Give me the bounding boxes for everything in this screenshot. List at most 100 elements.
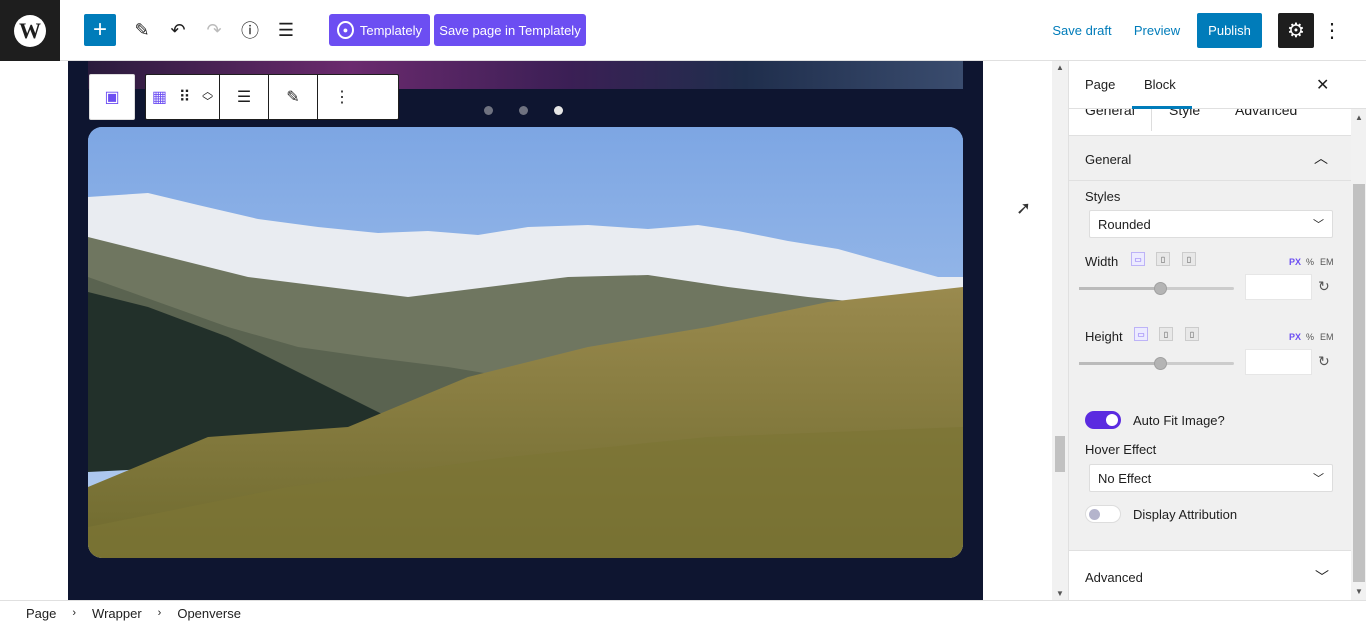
height-slider[interactable] [1079,357,1234,370]
edit-button[interactable]: ✎ [269,75,318,119]
block-options-button[interactable]: ⋮ [318,75,366,119]
block-parent-selector[interactable]: ▣ [89,74,135,120]
tablet-icon[interactable]: ▯ [1159,327,1173,341]
settings-sidebar: Page Block ✕ General Style Advanced Gene… [1068,61,1366,600]
tab-general[interactable]: General [1085,109,1135,118]
preview-button[interactable]: Preview [1131,14,1183,46]
advanced-panel-title: Advanced [1085,570,1143,585]
publish-button[interactable]: Publish [1197,13,1262,48]
reset-width-icon[interactable]: ↻ [1318,278,1330,295]
tab-page[interactable]: Page [1085,77,1115,92]
canvas-scrollbar-thumb[interactable] [1055,436,1065,472]
unit-px[interactable]: PX [1289,257,1301,267]
block-breadcrumb: Page › Wrapper › Openverse [0,600,1366,625]
scroll-down-icon[interactable]: ▼ [1056,589,1064,598]
mobile-icon[interactable]: ▯ [1182,252,1196,266]
unit-percent[interactable]: % [1306,332,1314,342]
options-button[interactable]: ⋮ [1316,14,1348,46]
slider-dot[interactable] [519,106,528,115]
breadcrumb-openverse[interactable]: Openverse [177,606,241,621]
wordpress-logo-button[interactable]: W [0,0,60,61]
block-sub-tabs: General Style Advanced [1069,109,1351,131]
pencil-icon: ✎ [134,19,150,40]
unit-px[interactable]: PX [1289,332,1301,342]
desktop-icon[interactable]: ▭ [1131,252,1145,266]
openverse-image[interactable] [88,127,963,558]
canvas-scrollbar[interactable]: ▲ ▼ [1052,61,1068,600]
unit-em[interactable]: EM [1320,257,1334,267]
general-panel-body: Styles Rounded ﹀ Width ▭ ▯ ▯ PX % EM ↻ H… [1069,181,1351,551]
unit-em[interactable]: EM [1320,332,1334,342]
chevron-right-icon: › [157,607,162,619]
styles-select-value: Rounded [1098,217,1151,232]
details-button[interactable]: ⓘ [234,14,266,46]
scroll-up-icon[interactable]: ▲ [1355,113,1363,122]
chevron-up-icon: ︿ [1314,150,1328,166]
breadcrumb-page[interactable]: Page [26,606,56,621]
width-input[interactable] [1245,274,1312,300]
chevron-down-icon: ﹀ [1315,569,1329,585]
reset-height-icon[interactable]: ↻ [1318,353,1330,370]
sub-tab-divider [1151,109,1152,131]
styles-label: Styles [1085,189,1121,204]
auto-fit-label: Auto Fit Image? [1133,413,1225,428]
width-slider-thumb[interactable] [1154,282,1167,295]
drag-handle-icon[interactable]: ⠿ [179,87,191,107]
wordpress-icon: W [14,14,46,47]
save-page-templately-button[interactable]: Save page in Templately [434,14,586,46]
move-up-down-icon[interactable]: ︿ ﹀ [202,87,213,108]
undo-icon: ↶ [170,19,186,40]
add-block-button[interactable]: + [84,14,116,46]
align-button[interactable]: ☰ [220,75,269,119]
undo-button[interactable]: ↶ [162,14,194,46]
mobile-icon[interactable]: ▯ [1185,327,1199,341]
more-vertical-icon: ⋮ [334,89,350,106]
auto-fit-toggle[interactable] [1085,411,1121,429]
display-attribution-toggle[interactable] [1085,505,1121,523]
chevron-right-icon: › [72,607,77,619]
height-slider-thumb[interactable] [1154,357,1167,370]
slider-dot[interactable] [484,106,493,115]
styles-select[interactable]: Rounded ﹀ [1089,210,1333,238]
more-vertical-icon: ⋮ [1322,19,1342,42]
height-slider-fill [1079,362,1161,365]
landscape-image [88,127,963,558]
plus-icon: + [92,16,107,43]
display-attribution-label: Display Attribution [1133,507,1238,522]
tablet-icon[interactable]: ▯ [1156,252,1170,266]
breadcrumb-wrapper[interactable]: Wrapper [92,606,142,621]
tab-block[interactable]: Block [1132,77,1192,109]
scroll-down-icon[interactable]: ▼ [1355,587,1363,596]
settings-button[interactable]: ⚙ [1278,13,1314,48]
height-input[interactable] [1245,349,1312,375]
templately-button[interactable]: ● Templately [329,14,430,46]
width-slider[interactable] [1079,282,1234,295]
openverse-block-icon: ▣ [104,89,120,106]
desktop-icon[interactable]: ▭ [1134,327,1148,341]
list-view-button[interactable]: ☰ [270,14,302,46]
width-label: Width [1085,254,1119,269]
block-switcher[interactable]: ▦ ⠿ ︿ ﹀ [146,75,220,119]
general-panel-header[interactable]: General ︿ [1069,135,1351,181]
save-draft-button[interactable]: Save draft [1049,14,1115,46]
hover-effect-select[interactable]: No Effect ﹀ [1089,464,1333,492]
width-slider-fill [1079,287,1161,290]
slider-dots [484,106,563,115]
redo-button[interactable]: ↷ [198,14,230,46]
toggle-knob [1106,414,1118,426]
scroll-up-icon[interactable]: ▲ [1056,63,1064,72]
sidebar-scrollbar-thumb[interactable] [1353,184,1365,582]
chevron-down-icon: ﹀ [1313,473,1324,485]
editor-canvas: ▣ ▦ ⠿ ︿ ﹀ ☰ ✎ ⋮ ➚ [0,61,1052,600]
close-icon[interactable]: ✕ [1316,75,1329,95]
advanced-panel-header[interactable]: Advanced ﹀ [1069,550,1351,600]
mouse-cursor-icon: ➚ [1016,198,1032,218]
sidebar-scrollbar[interactable]: ▲ ▼ [1351,109,1366,600]
slider-dot-active[interactable] [554,106,563,115]
tab-style[interactable]: Style [1169,109,1200,118]
tools-button[interactable]: ✎ [126,14,158,46]
tab-advanced[interactable]: Advanced [1235,109,1297,118]
unit-percent[interactable]: % [1306,257,1314,267]
templately-label: Templately [359,22,422,38]
block-toolbar: ▦ ⠿ ︿ ﹀ ☰ ✎ ⋮ [145,74,399,120]
